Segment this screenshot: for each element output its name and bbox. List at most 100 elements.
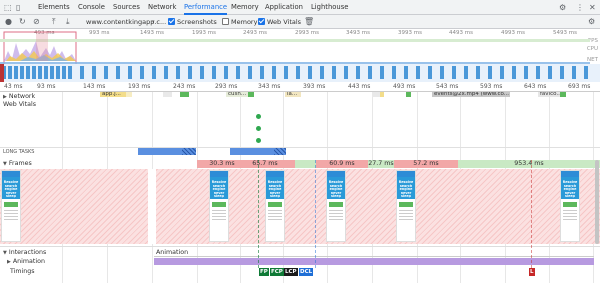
tab-elements[interactable]: Elements — [38, 0, 70, 15]
ruler-tick: 343 ms — [258, 83, 281, 90]
web-vital-marker[interactable] — [256, 114, 261, 119]
tab-network[interactable]: Network — [148, 0, 176, 15]
chevron-down-icon[interactable]: ▾ — [152, 15, 155, 29]
expand-arrow-icon[interactable]: ▶ — [7, 259, 11, 265]
tab-memory[interactable]: Memory — [231, 0, 259, 15]
fp-marker[interactable]: FP — [259, 268, 269, 276]
ruler-tick: 93 ms — [37, 83, 56, 90]
network-request[interactable] — [163, 92, 172, 97]
network-request[interactable]: events@2x.mp4 (www.co... — [432, 92, 510, 97]
frames-label: Frames — [8, 160, 32, 167]
reload-record-icon[interactable]: ↻ — [19, 15, 26, 29]
network-request[interactable]: la... — [285, 92, 301, 97]
ruler-tick: 43 ms — [4, 83, 23, 90]
performance-toolbar: ● ↻ ⊘ ⤒ ⤓ www.contentkingapp.c... ▾ Scre… — [0, 15, 600, 29]
ruler-tick: 693 ms — [568, 83, 591, 90]
time-ruler: 43 ms 93 ms 143 ms 193 ms 243 ms 293 ms … — [0, 82, 600, 92]
network-request[interactable] — [372, 92, 380, 97]
settings-gear-icon[interactable]: ⚙ — [559, 0, 566, 15]
web-vitals-label: Web Vitals — [267, 18, 302, 26]
frame-block[interactable]: 27.7 ms — [368, 160, 394, 168]
memory-label: Memory — [231, 18, 258, 26]
ruler-tick: 293 ms — [215, 83, 238, 90]
frame-block[interactable] — [295, 160, 316, 168]
collapse-arrow-icon[interactable]: ▼ — [3, 250, 7, 256]
screenshots-checkbox[interactable]: Screenshots — [168, 15, 217, 29]
vertical-scrollbar[interactable] — [595, 160, 599, 244]
dropped-frames-area — [0, 169, 600, 244]
network-request[interactable]: favico... — [538, 92, 560, 97]
close-icon[interactable]: ✕ — [589, 0, 596, 15]
memory-checkbox[interactable]: Memory — [222, 15, 257, 29]
more-options-icon[interactable]: ⋮ — [576, 0, 584, 15]
load-marker[interactable]: L — [529, 268, 535, 276]
checkbox-checked-icon — [258, 18, 265, 25]
tab-performance[interactable]: Performance — [184, 0, 228, 15]
network-request[interactable] — [126, 92, 132, 97]
network-label: Network — [8, 93, 36, 100]
network-request[interactable] — [180, 92, 189, 97]
ruler-tick: 493 ms — [393, 83, 416, 90]
long-task-overrun[interactable] — [274, 148, 286, 155]
frame-block[interactable]: 60.9 ms — [316, 160, 368, 168]
long-task-overrun[interactable] — [182, 148, 196, 155]
collapse-arrow-icon[interactable]: ▼ — [3, 161, 7, 167]
dcl-marker[interactable]: DCL — [299, 268, 314, 276]
screenshot-thumbnail[interactable]: Resolve search engine never sleep — [209, 170, 229, 242]
frame-block[interactable]: 953.4 ms — [458, 160, 600, 168]
frame-block[interactable]: 30.3 ms — [209, 160, 235, 168]
capture-settings-icon[interactable]: ⚙ — [588, 15, 595, 29]
frame-block[interactable]: 57.2 ms — [394, 160, 458, 168]
upload-profile-icon[interactable]: ⤒ — [52, 15, 56, 29]
screenshots-label: Screenshots — [177, 18, 217, 26]
inspect-element-icon[interactable]: ⬚ — [4, 0, 12, 15]
network-request[interactable]: app.j... — [100, 92, 126, 97]
frame-block[interactable]: 65.7 ms — [235, 160, 295, 168]
web-vitals-checkbox[interactable]: Web Vitals — [258, 15, 301, 29]
long-tasks-track: LONG TASKS — [0, 148, 600, 156]
web-vitals-track: Web Vitals — [0, 100, 600, 109]
screenshot-thumbnail[interactable]: Resolve search engine never sleep — [396, 170, 416, 242]
ruler-tick: 443 ms — [348, 83, 371, 90]
long-task-bar[interactable] — [138, 148, 182, 155]
tab-application[interactable]: Application — [265, 0, 303, 15]
animation-label: Animation — [12, 258, 45, 265]
animation-interaction[interactable]: Animation — [154, 249, 594, 257]
ruler-tick: 243 ms — [173, 83, 196, 90]
download-profile-icon[interactable]: ⤓ — [66, 15, 70, 29]
frame-block[interactable] — [197, 160, 209, 168]
network-request[interactable] — [560, 92, 566, 97]
ruler-tick: 643 ms — [524, 83, 547, 90]
screenshot-thumbnail[interactable]: Resolve search engine never sleep — [560, 170, 580, 242]
network-request[interactable] — [406, 92, 411, 97]
tab-lighthouse[interactable]: Lighthouse — [311, 0, 348, 15]
devtools-tab-bar: ⬚ ▯ Elements Console Sources Network Per… — [0, 0, 600, 15]
web-vital-marker[interactable] — [256, 138, 261, 143]
tab-console[interactable]: Console — [78, 0, 105, 15]
fp-guide-line — [258, 160, 259, 268]
screenshot-thumbnail[interactable]: Resolve search engine never sleep — [326, 170, 346, 242]
timings-label: Timings — [10, 268, 35, 275]
dcl-guide-line — [315, 160, 316, 268]
tab-sources[interactable]: Sources — [113, 0, 140, 15]
screenshot-thumbnail[interactable]: Resolve search engine never sleep — [1, 170, 21, 242]
ruler-tick: 143 ms — [83, 83, 106, 90]
record-icon[interactable]: ● — [5, 15, 12, 29]
ruler-tick: 543 ms — [436, 83, 459, 90]
web-vitals-label: Web Vitals — [3, 101, 37, 108]
ruler-tick: 193 ms — [128, 83, 151, 90]
network-request[interactable] — [380, 92, 384, 97]
device-toolbar-icon[interactable]: ▯ — [16, 0, 20, 15]
lcp-marker[interactable]: LCP — [284, 268, 298, 276]
fcp-marker[interactable]: FCP — [270, 268, 284, 276]
network-request[interactable]: cush... — [226, 92, 248, 97]
animation-bar[interactable] — [154, 258, 594, 265]
screenshot-thumbnail[interactable]: Resolve search engine never sleep — [265, 170, 285, 242]
garbage-collect-icon[interactable]: 🗑 — [304, 15, 314, 29]
web-vital-marker[interactable] — [256, 126, 261, 131]
long-task-bar[interactable] — [230, 148, 274, 155]
network-request[interactable] — [248, 92, 254, 97]
clear-icon[interactable]: ⊘ — [33, 15, 40, 29]
ruler-tick: 393 ms — [303, 83, 326, 90]
long-tasks-label: LONG TASKS — [3, 149, 35, 155]
